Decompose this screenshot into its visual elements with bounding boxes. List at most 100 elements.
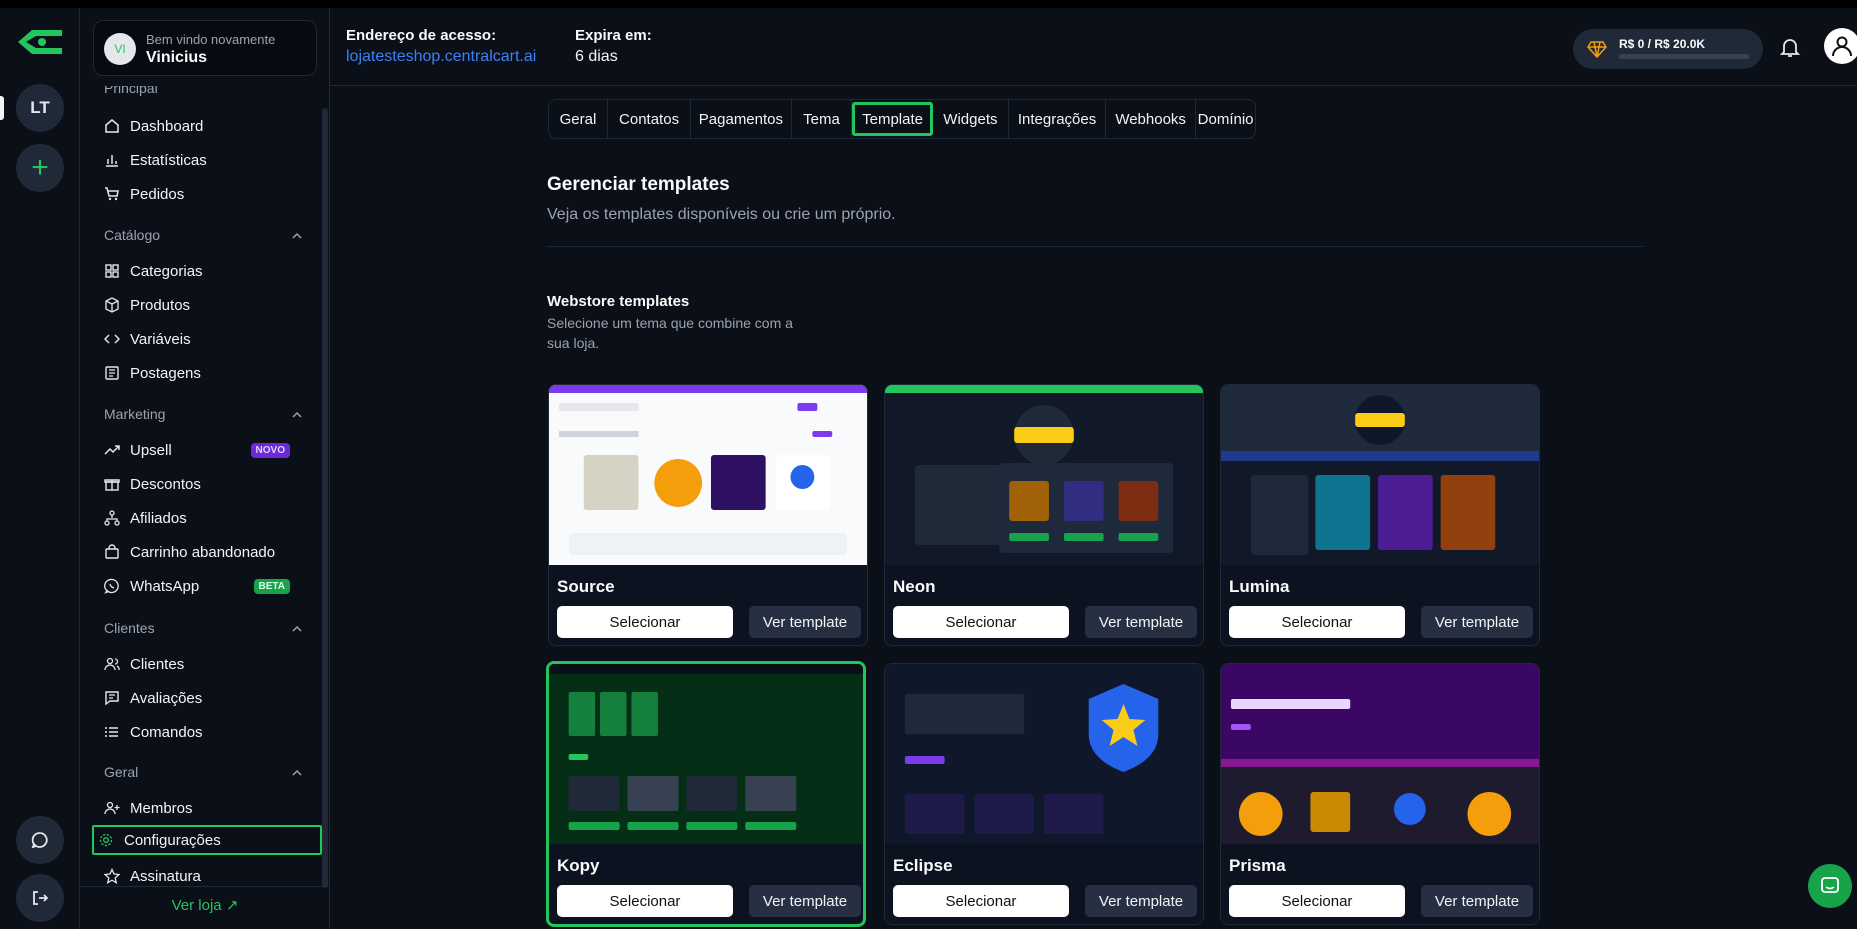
view-template-button[interactable]: Ver template: [1085, 606, 1197, 638]
help-chat-button[interactable]: [1808, 864, 1852, 908]
gear-icon: [99, 833, 113, 847]
tab-pagamentos[interactable]: Pagamentos: [691, 100, 792, 138]
sidebar-item-clientes[interactable]: Clientes: [100, 649, 300, 679]
sidebar-item-estatisticas[interactable]: Estatísticas: [100, 145, 300, 175]
settings-tabs: Geral Contatos Pagamentos Tema Template …: [548, 99, 1256, 139]
logout-button[interactable]: [16, 874, 64, 922]
gift-icon: [104, 479, 120, 491]
users-icon: [104, 657, 120, 671]
view-template-button[interactable]: Ver template: [1421, 606, 1533, 638]
diamond-icon: [1587, 41, 1607, 59]
sidebar-item-categorias[interactable]: Categorias: [100, 256, 300, 286]
message-square-icon: [105, 691, 119, 706]
beta-badge: BETA: [253, 578, 290, 594]
chevron-up-icon[interactable]: [292, 410, 302, 420]
select-template-button[interactable]: Selecionar: [893, 606, 1069, 638]
template-name: Prisma: [1229, 856, 1286, 875]
template-card-kopy: Kopy Selecionar Ver template: [546, 661, 866, 927]
select-template-button[interactable]: Selecionar: [893, 885, 1069, 917]
top-header: Endereço de acesso: lojatesteshop.centra…: [330, 8, 1857, 86]
sidebar-item-afiliados[interactable]: Afiliados: [100, 503, 300, 533]
credit-progress-bar: [1619, 54, 1749, 59]
template-name: Kopy: [557, 856, 600, 875]
address-label: Endereço de acesso:: [346, 27, 497, 44]
sidebar-item-avaliacoes[interactable]: Avaliações: [100, 683, 300, 713]
sidebar-item-configuracoes[interactable]: Configurações: [92, 825, 322, 855]
select-template-button[interactable]: Selecionar: [1229, 885, 1405, 917]
template-name: Lumina: [1229, 577, 1290, 596]
sidebar-item-label: Avaliações: [130, 689, 203, 707]
store-avatar[interactable]: LT: [16, 84, 64, 132]
sidebar-item-membros[interactable]: Membros: [100, 793, 300, 823]
package-icon: [105, 297, 119, 313]
tab-template[interactable]: Template: [852, 102, 933, 136]
sidebar-item-upsell[interactable]: Upsell NOVO: [100, 435, 300, 465]
tab-webhooks[interactable]: Webhooks: [1106, 100, 1197, 138]
view-store-link[interactable]: Ver loja ↗: [80, 896, 330, 914]
tab-geral[interactable]: Geral: [549, 100, 608, 138]
view-template-button[interactable]: Ver template: [749, 606, 861, 638]
template-preview-neon: [885, 385, 1203, 565]
sidebar-item-pedidos[interactable]: Pedidos: [100, 179, 300, 209]
sidebar-item-label: Postagens: [130, 364, 201, 382]
active-store-marker: [0, 96, 4, 120]
sidebar-item-label: Comandos: [130, 723, 203, 741]
view-template-button[interactable]: Ver template: [1421, 885, 1533, 917]
template-preview-eclipse: [885, 664, 1203, 844]
network-icon: [104, 510, 120, 526]
webstore-title: Webstore templates: [547, 293, 690, 310]
user-plus-icon: [104, 801, 120, 815]
chevron-up-icon[interactable]: [292, 231, 302, 241]
profile-avatar[interactable]: [1824, 28, 1857, 64]
store-address-link[interactable]: lojatesteshop.centralcart.ai: [346, 48, 536, 66]
sidebar-item-produtos[interactable]: Produtos: [100, 290, 300, 320]
tab-contatos[interactable]: Contatos: [608, 100, 692, 138]
shopping-bag-icon: [105, 544, 119, 559]
add-store-button[interactable]: +: [16, 144, 64, 192]
tab-tema[interactable]: Tema: [792, 100, 853, 138]
template-preview-source: [549, 385, 867, 565]
sidebar-item-descontos[interactable]: Descontos: [100, 469, 300, 499]
select-template-button[interactable]: Selecionar: [557, 885, 733, 917]
user-card[interactable]: VI Bem vindo novamente Vinicius: [93, 20, 317, 76]
sidebar-item-postagens[interactable]: Postagens: [100, 358, 300, 388]
section-subtitle: Veja os templates disponíveis ou crie um…: [547, 206, 896, 223]
chevron-up-icon[interactable]: [292, 624, 302, 634]
tab-dominio[interactable]: Domínio: [1196, 100, 1255, 138]
credit-text: R$ 0 / R$ 20.0K: [1619, 37, 1706, 51]
sidebar: VI Bem vindo novamente Vinicius Principa…: [80, 8, 330, 929]
chat-bubble-icon: [31, 832, 48, 849]
group-title-principal: Principal: [104, 86, 158, 96]
divider: [547, 246, 1643, 247]
store-rail: LT +: [0, 8, 80, 929]
sidebar-item-label: Categorias: [130, 262, 203, 280]
centralcart-logo-icon[interactable]: [12, 24, 68, 60]
sidebar-item-carrinho-abandonado[interactable]: Carrinho abandonado: [100, 537, 300, 567]
credit-indicator[interactable]: R$ 0 / R$ 20.0K: [1573, 29, 1763, 69]
chevron-up-icon[interactable]: [292, 768, 302, 778]
group-title-geral: Geral: [104, 764, 139, 780]
tab-integracoes[interactable]: Integrações: [1009, 100, 1107, 138]
support-chat-button[interactable]: [16, 816, 64, 864]
sidebar-item-assinatura[interactable]: Assinatura: [100, 861, 300, 886]
view-template-button[interactable]: Ver template: [1085, 885, 1197, 917]
external-link-icon: ↗: [225, 897, 239, 914]
sidebar-item-comandos[interactable]: Comandos: [100, 717, 300, 747]
select-template-button[interactable]: Selecionar: [557, 606, 733, 638]
sidebar-scrollbar[interactable]: [322, 108, 328, 888]
plus-icon: +: [31, 151, 49, 184]
sidebar-item-label: Assinatura: [130, 867, 201, 885]
template-card-prisma: Prisma Selecionar Ver template: [1220, 663, 1540, 925]
select-template-button[interactable]: Selecionar: [1229, 606, 1405, 638]
sidebar-item-label: Pedidos: [130, 185, 185, 203]
bar-chart-icon: [106, 155, 118, 167]
sidebar-item-dashboard[interactable]: Dashboard: [100, 111, 300, 141]
tab-widgets[interactable]: Widgets: [933, 100, 1010, 138]
bell-icon[interactable]: [1779, 36, 1801, 58]
sidebar-item-label: Upsell: [130, 441, 172, 459]
template-name: Neon: [893, 577, 936, 596]
template-name: Source: [557, 577, 615, 596]
sidebar-item-variaveis[interactable]: Variáveis: [100, 324, 300, 354]
sidebar-item-whatsapp[interactable]: WhatsApp BETA: [100, 571, 300, 601]
view-template-button[interactable]: Ver template: [749, 885, 861, 917]
